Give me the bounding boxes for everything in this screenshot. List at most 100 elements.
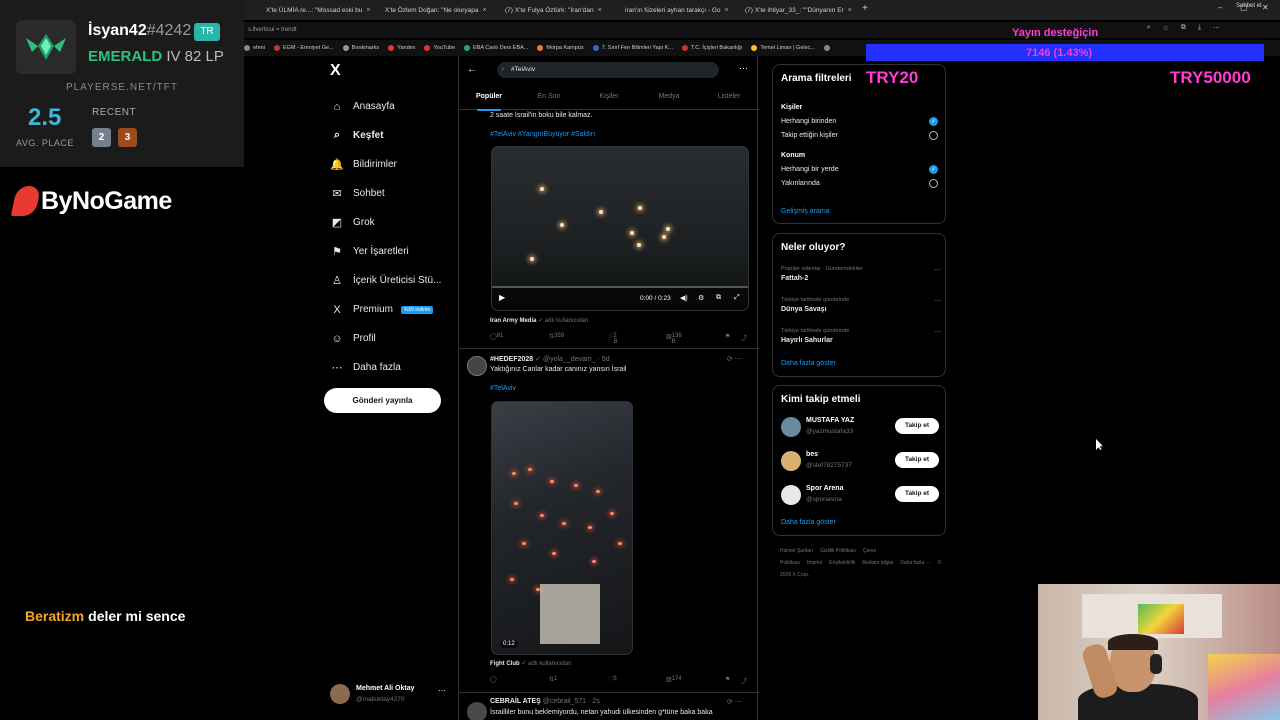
- sidebar-item-premium[interactable]: X Premium %50 indirim: [330, 295, 455, 324]
- tweet-video[interactable]: 0:12: [491, 401, 633, 655]
- bookmark-item[interactable]: EBA Canlı Ders EBA...: [464, 45, 528, 51]
- suggested-account[interactable]: MUSTAFA YAZ @yazmustafa33 Takip et: [781, 417, 941, 439]
- browser-tab[interactable]: iran'ın füzeleri ayhan tarakçı - Go ×: [621, 2, 736, 18]
- close-window-icon[interactable]: ✕: [1262, 3, 1269, 12]
- tab-kişiler[interactable]: Kişiler: [579, 88, 639, 109]
- minimize-icon[interactable]: –: [1218, 3, 1222, 12]
- sidebar-item-grok[interactable]: ◩ Grok: [330, 208, 455, 237]
- tab-popüler[interactable]: Popüler: [459, 88, 519, 111]
- footer-link[interactable]: Imprint: [807, 560, 822, 566]
- bookmark-item[interactable]: Yandex: [388, 45, 415, 51]
- like-icon[interactable]: ♡ 5: [608, 676, 617, 683]
- show-more-link[interactable]: Daha fazla göster: [781, 360, 836, 367]
- sidebar-item-home[interactable]: ⌂ Anasayfa: [330, 92, 455, 121]
- bookmark-item[interactable]: EGM - Emniyet Ge...: [273, 45, 334, 51]
- bookmark-item[interactable]: Bookmarks: [342, 45, 379, 51]
- footer-link[interactable]: Erişilebilirlik: [829, 560, 855, 566]
- suggested-account[interactable]: bes @stef78275737 Takip et: [781, 451, 941, 473]
- filter-option[interactable]: Herhangi bir yerde: [781, 166, 839, 173]
- radio-checked-icon[interactable]: ✓: [929, 165, 938, 174]
- repost-icon[interactable]: ⇅ 1: [549, 676, 557, 683]
- share-icon[interactable]: ⤴: [741, 333, 747, 342]
- close-tab-icon[interactable]: ×: [848, 7, 852, 14]
- search-icon[interactable]: ⌕: [1147, 24, 1151, 32]
- more-icon[interactable]: ⋯: [934, 297, 941, 305]
- show-more-link[interactable]: Daha fazla göster: [781, 519, 836, 526]
- new-tab-button[interactable]: +: [862, 3, 868, 14]
- close-tab-icon[interactable]: ×: [483, 7, 487, 14]
- x-logo-icon[interactable]: X: [330, 62, 341, 80]
- bookmark-item[interactable]: YouTube: [424, 45, 455, 51]
- back-arrow-icon[interactable]: ←: [467, 64, 477, 75]
- tweet-video[interactable]: ▶ 0:00 / 0:23 ◀) ⚙ ⧉ ⤢: [491, 146, 749, 311]
- radio-checked-icon[interactable]: ✓: [929, 117, 938, 126]
- tab-medya[interactable]: Medya: [639, 88, 699, 109]
- views-icon[interactable]: ▥ 136 B: [666, 333, 682, 345]
- follow-button[interactable]: Takip et: [895, 486, 939, 502]
- tweet-menu-icons[interactable]: ⟳ ⋯: [727, 355, 742, 363]
- radio-icon[interactable]: [929, 131, 938, 140]
- star-icon[interactable]: ☆: [1163, 24, 1169, 32]
- extensions-icon[interactable]: ⧉: [1181, 24, 1186, 32]
- copilot-chat-button[interactable]: Sohbet et: [1236, 3, 1262, 9]
- video-source[interactable]: Iran Army Media ✓ adlı kullanıcıdan: [490, 317, 588, 324]
- pip-icon[interactable]: ⧉: [716, 294, 721, 302]
- search-input[interactable]: #TelAviv: [497, 62, 719, 78]
- settings-icon[interactable]: ⚙: [698, 294, 704, 302]
- more-options-icon[interactable]: ⋯: [739, 63, 748, 74]
- bookmark-item[interactable]: Morpa Kampüs: [537, 45, 584, 51]
- account-switcher[interactable]: Mehmet Ali Oktay @malioktay4270 ⋯: [330, 684, 450, 706]
- more-icon[interactable]: ⋯: [438, 686, 446, 695]
- avatar[interactable]: [467, 702, 487, 720]
- filter-option[interactable]: Yakınlarında: [781, 180, 820, 187]
- share-icon[interactable]: ⤴: [741, 676, 747, 685]
- more-icon[interactable]: ⋯: [934, 328, 941, 336]
- footer-link[interactable]: Hizmet Şartları: [780, 548, 813, 554]
- sidebar-item-explore[interactable]: ⌕ Keşfet: [330, 121, 455, 150]
- radio-icon[interactable]: [929, 179, 938, 188]
- bookmark-item[interactable]: 7. Sınıf Fen Bilimleri Yapı K...: [592, 45, 673, 51]
- suggested-account[interactable]: Spor Arena @sporarena Takip et: [781, 485, 941, 507]
- trend-item[interactable]: Türkiye tarihinde gündemde Dünya Savaşı ⋯: [781, 297, 941, 313]
- close-tab-icon[interactable]: ×: [366, 7, 370, 14]
- avatar[interactable]: [467, 356, 487, 376]
- play-icon[interactable]: ▶: [499, 293, 505, 302]
- reply-icon[interactable]: ◯: [490, 676, 497, 683]
- post-button[interactable]: Gönderi yayınla: [324, 388, 441, 413]
- fullscreen-icon[interactable]: ⤢: [734, 294, 740, 302]
- follow-button[interactable]: Takip et: [895, 418, 939, 434]
- footer-link[interactable]: Gizlilik Politikası: [820, 548, 856, 554]
- browser-tab[interactable]: X'te ÜLMİA re...: "Mossad eski bu ×: [262, 2, 377, 18]
- sidebar-item-bookmarks[interactable]: ⚑ Yer İşaretleri: [330, 237, 455, 266]
- bookmark-item[interactable]: [824, 45, 833, 51]
- bookmark-icon[interactable]: ⚑: [725, 676, 730, 683]
- browser-tab[interactable]: (7) X'te Fulya Öztürk: "İran'dan ×: [501, 2, 616, 18]
- browser-tab[interactable]: X'te Özlem Doğan: "Ne oluryapa ×: [381, 2, 496, 18]
- footer-link[interactable]: Daha fazla ···: [900, 560, 930, 566]
- reply-icon[interactable]: ◯ 61: [490, 333, 503, 340]
- close-tab-icon[interactable]: ×: [725, 7, 729, 14]
- close-tab-icon[interactable]: ×: [598, 7, 602, 14]
- advanced-search-link[interactable]: Gelişmiş arama: [781, 208, 830, 215]
- trend-item[interactable]: Türkiye tarihinde gündemde Hayırlı Sahurl…: [781, 328, 941, 344]
- repost-icon[interactable]: ⇅ 359: [549, 333, 564, 340]
- bookmark-item[interactable]: Temel Liman | Gelec...: [751, 45, 815, 51]
- browser-tab[interactable]: (7) X'te ihtiyar_33_: ""Dünyanın Er ×: [741, 2, 856, 18]
- sidebar-item-more[interactable]: ⋯ Daha fazla: [330, 353, 455, 382]
- bookmark-item[interactable]: efeni: [244, 45, 265, 51]
- sidebar-item-creator-studio[interactable]: ♙ İçerik Üreticisi Stü...: [330, 266, 455, 295]
- sidebar-item-profile[interactable]: ☺ Profil: [330, 324, 455, 353]
- sidebar-item-notifications[interactable]: 🔔 Bildirimler: [330, 150, 455, 179]
- download-icon[interactable]: ⤓: [1198, 24, 1201, 32]
- tab-en son[interactable]: En Son: [519, 88, 579, 109]
- follow-button[interactable]: Takip et: [895, 452, 939, 468]
- bookmark-item[interactable]: T.C. İçişleri Bakanlığı: [682, 45, 742, 51]
- hashtag-link[interactable]: #TelAviv: [490, 385, 516, 392]
- footer-link[interactable]: Reklam bilgisi: [862, 560, 893, 566]
- more-icon[interactable]: ⋯: [934, 266, 941, 274]
- volume-icon[interactable]: ◀): [680, 294, 688, 302]
- video-source[interactable]: Fight Club ✓ adlı kullanıcıdan: [490, 660, 571, 667]
- settings-icon[interactable]: ⋯: [1213, 24, 1220, 32]
- filter-option[interactable]: Herhangi birinden: [781, 118, 836, 125]
- tweet-menu-icons[interactable]: ⟳ ⋯: [727, 698, 742, 706]
